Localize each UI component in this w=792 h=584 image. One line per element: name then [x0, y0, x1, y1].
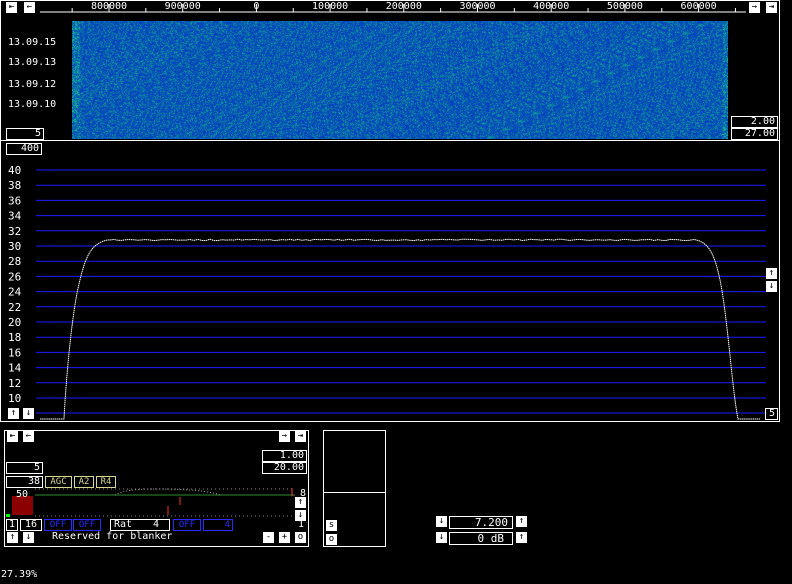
coherent-o-button[interactable]: o: [326, 534, 337, 545]
baseband-gain-field[interactable]: 1.00: [262, 450, 307, 462]
frequency-tick-label: 800000: [91, 1, 127, 12]
spectrum-y-tick-label: 18: [8, 331, 21, 344]
frequency-tick-label: 600000: [681, 1, 717, 12]
s-meter-indicator: [6, 514, 10, 517]
baseband-left-far-button[interactable]: ⇤: [7, 431, 18, 442]
waterfall-gain-field[interactable]: 2.00: [731, 116, 778, 128]
time-label: 13.09.15: [8, 37, 57, 48]
baseband-filter-curve: [114, 488, 221, 496]
baseband-bits-field[interactable]: 16: [20, 519, 42, 531]
spectrum-scale-up-button[interactable]: ↑: [766, 268, 777, 279]
spectrum-y-tick-label: 26: [8, 270, 21, 283]
db-value-field[interactable]: 0 dB: [449, 532, 513, 545]
spectrum-right-field[interactable]: 5: [765, 408, 778, 420]
spectrum-y-tick-label: 32: [8, 225, 21, 238]
waterfall-zero-field[interactable]: 27.00: [731, 128, 778, 140]
waterfall-pan-left-button[interactable]: ←: [24, 2, 35, 13]
frequency-tick-label: 300000: [459, 1, 495, 12]
spectrum-y-tick-label: 22: [8, 301, 21, 314]
spectrum-y-tick-label: 38: [8, 179, 21, 192]
frequency-tick-label: 0: [253, 1, 259, 12]
coherent-s-button[interactable]: s: [326, 520, 337, 531]
baseband-4-field[interactable]: 4: [203, 519, 233, 531]
baseband-zero-field[interactable]: 20.00: [262, 462, 307, 474]
blanker-label: Reserved for blanker: [52, 531, 173, 542]
frequency-tick-label: 400000: [533, 1, 569, 12]
spectrum-y-tick-label: 14: [8, 362, 22, 375]
spectrum-y-tick-label: 16: [8, 346, 21, 359]
waterfall-pan-right-button[interactable]: →: [749, 2, 760, 13]
spectrum-y-tick-label: 28: [8, 255, 21, 268]
waterfall-avg-field[interactable]: 5: [6, 128, 44, 140]
baseband-meter-graph[interactable]: [5, 487, 309, 519]
off-button-1[interactable]: OFF: [44, 519, 72, 531]
spectrum-y-tick-label: 40: [8, 164, 21, 177]
spectrum-y-tick-label: 10: [8, 392, 21, 405]
frequency-tick-label: 100000: [312, 1, 348, 12]
time-label: 13.09.13: [8, 57, 57, 68]
s-meter-value: 50: [16, 489, 29, 500]
time-label: 13.09.10: [8, 99, 57, 110]
frequency-tick-label: 200000: [386, 1, 422, 12]
frequency-scale[interactable]: 800000 900000 0 100000 200000 300000 400000 500…: [40, 0, 746, 20]
spectrum-y-tick-label: 36: [8, 194, 21, 207]
freq-down-button[interactable]: ↓: [436, 516, 447, 527]
baseband-right-button[interactable]: →: [279, 431, 290, 442]
baseband-left-button[interactable]: ←: [23, 431, 34, 442]
baseband-right-far-button[interactable]: ⇥: [295, 431, 306, 442]
spectrum-scale-down-button[interactable]: ↓: [766, 281, 777, 292]
off-button-2[interactable]: OFF: [73, 519, 101, 531]
waterfall-pan-right-far-button[interactable]: ⇥: [766, 2, 777, 13]
frequency-tick-label: 900000: [165, 1, 201, 12]
time-label: 13.09.12: [8, 79, 57, 90]
rat-label: Rat: [114, 519, 133, 530]
spectrum-y-tick-label: 30: [8, 240, 21, 253]
spectrum-y-tick-label: 34: [8, 210, 22, 223]
off-button-3[interactable]: OFF: [173, 519, 201, 531]
freq-value-field[interactable]: 7.200: [449, 516, 513, 529]
spectrum-y-tick-label: 24: [8, 286, 22, 299]
blanker-up-button[interactable]: ↑: [7, 532, 18, 543]
spectrum-zero-down-button[interactable]: ↓: [23, 408, 34, 419]
blanker-down-button[interactable]: ↓: [23, 532, 34, 543]
blanker-o-button[interactable]: o: [295, 532, 306, 543]
rat-control[interactable]: Rat 4: [110, 519, 170, 531]
db-down-button[interactable]: ↓: [436, 532, 447, 543]
waterfall-display[interactable]: [72, 21, 728, 139]
coherent-divider: [323, 492, 386, 493]
frequency-tick-label: 500000: [607, 1, 643, 12]
baseband-ch-field[interactable]: 1: [6, 519, 18, 531]
blanker-minus-button[interactable]: -: [263, 532, 274, 543]
cpu-load-label: 27.39%: [1, 569, 38, 580]
freq-up-button[interactable]: ↑: [516, 516, 527, 527]
rat-value: 4: [153, 519, 160, 530]
baseband-right-1-label: 1: [298, 519, 305, 530]
baseband-meter-up-button[interactable]: ↑: [295, 497, 306, 508]
db-up-button[interactable]: ↑: [516, 532, 527, 543]
spectrum-trace: [40, 238, 760, 420]
baseband-avg-field[interactable]: 5: [6, 462, 43, 474]
spectrum-y-tick-label: 20: [8, 316, 21, 329]
waterfall-pan-left-far-button[interactable]: ⇤: [6, 2, 17, 13]
blanker-plus-button[interactable]: +: [279, 532, 290, 543]
spectrum-graph[interactable]: 40 38 36 34 32 30 28 26 24 22 20 18 16 14 12 10: [0, 140, 780, 422]
spectrum-y-tick-label: 12: [8, 377, 21, 390]
spectrum-zero-up-button[interactable]: ↑: [8, 408, 19, 419]
